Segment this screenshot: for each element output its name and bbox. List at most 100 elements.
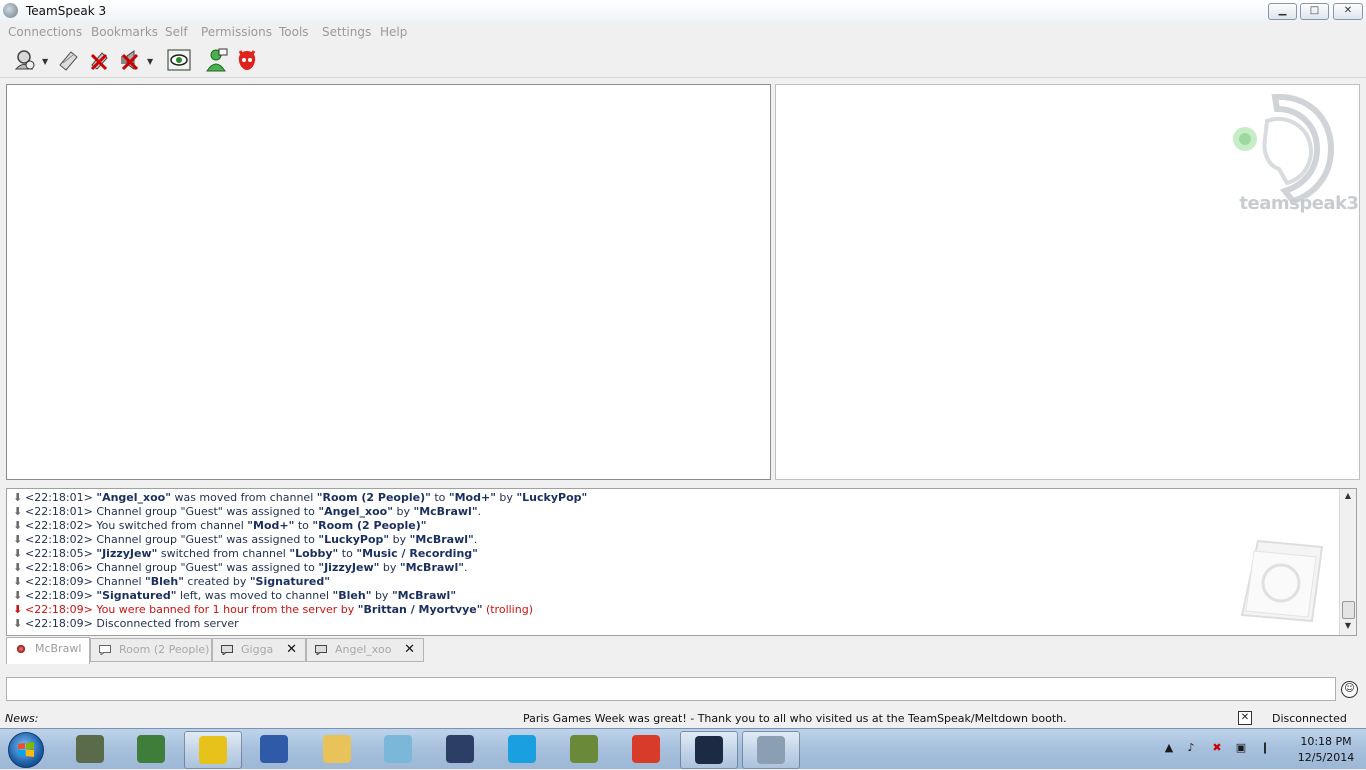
scroll-thumb[interactable] xyxy=(1342,601,1355,619)
clock-date[interactable]: 12/5/2014 xyxy=(1291,751,1361,764)
menu-connections[interactable]: Connections xyxy=(8,25,82,39)
log-highlight: "JizzyJew" xyxy=(318,561,380,574)
log-highlight: "Room (2 People)" xyxy=(316,491,431,504)
log-text: . xyxy=(463,561,468,574)
taskbar-app-shield[interactable] xyxy=(184,731,242,769)
log-text: by xyxy=(392,505,414,518)
chrome-icon xyxy=(632,735,660,763)
windows-icon xyxy=(695,736,723,764)
taskbar-app-notepad[interactable] xyxy=(246,731,302,767)
mute-microphone-icon[interactable] xyxy=(86,47,112,73)
subscribe-channel-icon[interactable] xyxy=(166,47,192,73)
teamspeak-app-icon xyxy=(3,3,18,18)
log-highlight: "Lobby" xyxy=(289,547,339,560)
mute-dropdown-icon[interactable]: ▼ xyxy=(147,57,153,66)
log-highlight: "McBrawl" xyxy=(413,505,478,518)
log-watermark-icon xyxy=(1240,539,1324,623)
close-tab-icon[interactable]: ✕ xyxy=(286,639,297,661)
log-timestamp: <22:18:01> xyxy=(25,505,93,518)
taskbar-app-skype[interactable] xyxy=(494,731,550,767)
clear-log-icon[interactable] xyxy=(234,47,260,73)
toolbar: ▼ ▼ xyxy=(0,43,1366,78)
taskbar-app-terminal[interactable] xyxy=(62,731,118,767)
network-error-icon[interactable]: ✖ xyxy=(1210,741,1224,755)
log-entry: ⬇ <22:18:09> Disconnected from server xyxy=(13,617,239,631)
private-chat-icon xyxy=(221,645,233,655)
log-highlight: "Bleh" xyxy=(332,589,372,602)
log-highlight: "McBrawl" xyxy=(391,589,457,602)
log-text: Channel group "Guest" was assigned to xyxy=(96,533,319,546)
terminal-icon xyxy=(76,735,104,763)
log-arrow-icon: ⬇ xyxy=(13,491,23,504)
taskbar-app-monitor[interactable] xyxy=(123,731,179,767)
tab-channel-room[interactable]: Room (2 People) xyxy=(90,638,212,662)
log-timestamp: <22:18:06> xyxy=(25,561,93,574)
log-entry: ⬇ <22:18:02> You switched from channel "M… xyxy=(13,519,426,533)
signal-icon[interactable]: ❙ xyxy=(1258,741,1272,755)
disconnect-icon[interactable] xyxy=(55,47,81,73)
taskbar-app-notes[interactable] xyxy=(370,731,426,767)
news-bar: News: Paris Games Week was great! - Than… xyxy=(0,708,1366,728)
log-highlight: "Angel_xoo" xyxy=(96,491,171,504)
maximize-button[interactable]: □ xyxy=(1300,3,1329,20)
close-tab-icon[interactable]: ✕ xyxy=(404,639,415,661)
log-highlight: "McBrawl" xyxy=(399,561,464,574)
power-icon[interactable]: ▣ xyxy=(1234,741,1248,755)
log-text: switched from channel xyxy=(157,547,290,560)
menu-settings[interactable]: Settings xyxy=(322,25,371,39)
menu-tools[interactable]: Tools xyxy=(279,25,309,39)
log-highlight: "Brittan / Myortvye" xyxy=(357,603,483,616)
event-log[interactable]: ⬇ <22:18:01> "Angel_xoo" was moved from c… xyxy=(6,488,1357,636)
log-text: by xyxy=(379,561,400,574)
log-entry: ⬇ <22:18:09> Channel "Bleh" created by "S… xyxy=(13,575,330,589)
menu-self[interactable]: Self xyxy=(165,25,188,39)
connect-icon[interactable] xyxy=(12,47,38,73)
log-scrollbar[interactable]: ▲ ▼ xyxy=(1339,489,1356,635)
close-button[interactable]: ✕ xyxy=(1333,3,1363,20)
news-close-icon[interactable]: ✕ xyxy=(1238,711,1252,725)
skype-icon xyxy=(508,735,536,763)
menu-help[interactable]: Help xyxy=(380,25,407,39)
log-highlight: "McBrawl" xyxy=(409,533,474,546)
private-chat-icon xyxy=(315,645,327,655)
log-text: Channel group "Guest" was assigned to xyxy=(96,505,319,518)
taskbar-app-video[interactable] xyxy=(432,731,488,767)
taskbar-app-minecraft[interactable] xyxy=(556,731,612,767)
tab-private-gigga[interactable]: Gigga ✕ xyxy=(212,638,306,662)
log-timestamp: <22:18:02> xyxy=(25,533,93,546)
tab-label: McBrawl xyxy=(35,642,82,655)
tab-private-angel[interactable]: Angel_xoo ✕ xyxy=(306,638,424,662)
log-entry: ⬇ <22:18:01> "Angel_xoo" was moved from c… xyxy=(13,491,587,505)
show-hidden-icons-icon[interactable]: ▲ xyxy=(1162,741,1176,755)
taskbar-app-explorer[interactable] xyxy=(309,731,365,767)
clock-time[interactable]: 10:18 PM xyxy=(1291,735,1361,748)
away-status-icon[interactable] xyxy=(203,47,229,73)
menu-permissions[interactable]: Permissions xyxy=(201,25,272,39)
scroll-up-icon[interactable]: ▲ xyxy=(1340,489,1356,503)
start-button[interactable] xyxy=(8,732,44,768)
chat-input[interactable] xyxy=(6,677,1336,701)
server-icon xyxy=(16,644,26,654)
log-arrow-icon: ⬇ xyxy=(13,561,23,574)
mute-speakers-icon[interactable] xyxy=(117,47,143,73)
taskbar-app-chrome[interactable] xyxy=(618,731,674,767)
info-pane: teamspeak3 xyxy=(775,84,1360,480)
log-timestamp: <22:18:05> xyxy=(25,547,93,560)
taskbar-app-windows[interactable] xyxy=(680,731,738,769)
log-text: by xyxy=(495,491,517,504)
log-arrow-icon: ⬇ xyxy=(13,589,23,602)
channel-tree-pane[interactable] xyxy=(6,84,771,480)
connect-dropdown-icon[interactable]: ▼ xyxy=(42,57,48,66)
log-text: left, was moved to channel xyxy=(176,589,333,602)
menu-bookmarks[interactable]: Bookmarks xyxy=(91,25,158,39)
emoticon-icon[interactable]: ☺ xyxy=(1341,681,1358,698)
minimize-button[interactable]: ▁ xyxy=(1268,3,1297,20)
log-text: . xyxy=(473,533,478,546)
log-arrow-icon: ⬇ xyxy=(13,533,23,546)
taskbar-app-teamspeak[interactable] xyxy=(742,731,800,769)
log-text: by xyxy=(389,533,410,546)
volume-icon[interactable]: ♪ xyxy=(1184,741,1198,755)
scroll-down-icon[interactable]: ▼ xyxy=(1340,619,1356,633)
monitor-icon xyxy=(137,735,165,763)
tab-server-mcbrawl[interactable]: McBrawl xyxy=(6,637,90,664)
